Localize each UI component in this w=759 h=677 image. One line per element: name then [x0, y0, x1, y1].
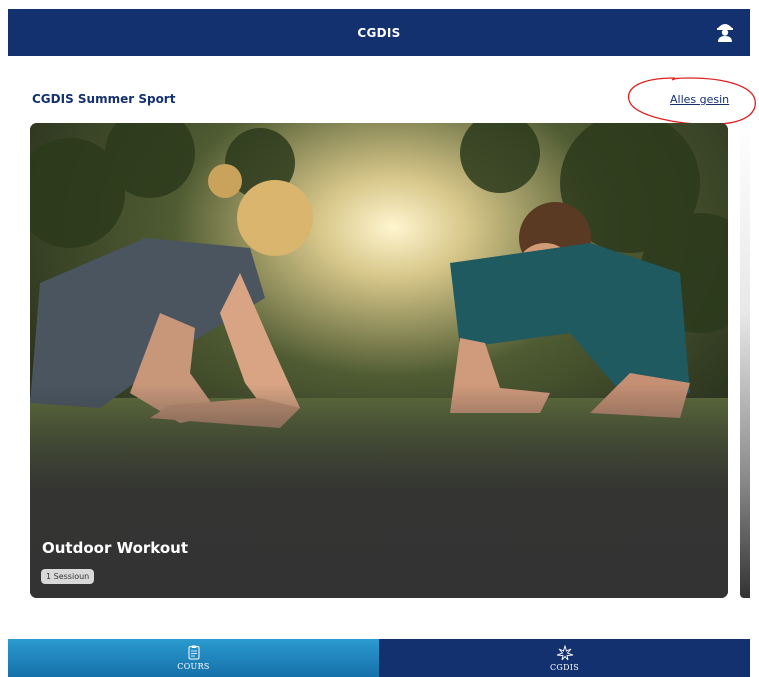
app-title: CGDIS — [357, 25, 401, 40]
see-all-link[interactable]: Alles gesin — [670, 93, 729, 106]
section-title: CGDIS Summer Sport — [32, 92, 176, 106]
app-header: CGDIS — [8, 9, 750, 56]
firefighter-icon — [717, 24, 733, 42]
nav-label-cgdis: CGDIS — [549, 662, 580, 672]
clipboard-icon — [188, 645, 199, 660]
nav-label-cours: COURS — [177, 662, 210, 671]
session-count-badge: 1 Sessioun — [41, 569, 95, 584]
card-title: Outdoor Workout — [42, 539, 189, 557]
cgdis-logo-icon — [556, 644, 573, 660]
card-photo — [30, 123, 728, 598]
nav-item-cours[interactable]: COURS — [8, 639, 379, 677]
bottom-nav: COURS CGDIS — [8, 639, 750, 677]
nav-item-cgdis[interactable]: CGDIS — [379, 639, 750, 677]
profile-button[interactable] — [712, 18, 738, 44]
course-card[interactable]: Outdoor Workout 1 Sessioun — [30, 123, 728, 598]
next-card-peek[interactable] — [740, 123, 750, 598]
